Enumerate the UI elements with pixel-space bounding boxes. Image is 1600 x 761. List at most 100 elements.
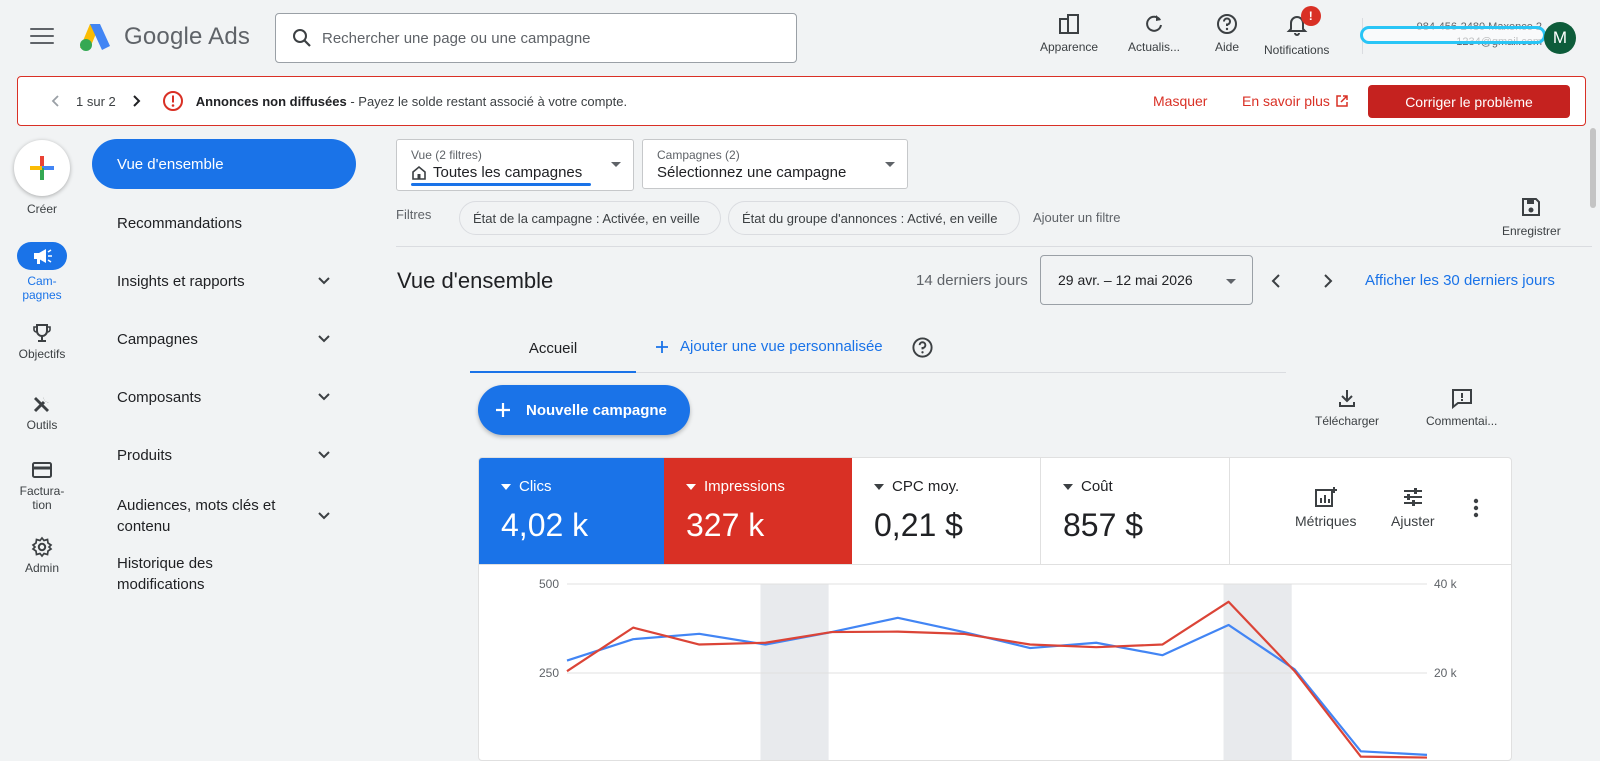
page-scrollbar[interactable] [1590, 128, 1596, 208]
search-input[interactable] [322, 29, 762, 47]
y-right-tick-label: 20 k [1434, 666, 1458, 680]
main-menu-icon[interactable] [30, 28, 54, 48]
create-button[interactable] [14, 140, 70, 196]
sidebar-item-label: Vue d'ensemble [117, 155, 224, 173]
rail-billing[interactable]: Factura- tion [7, 460, 77, 512]
campaign-select-dropdown[interactable]: Campagnes (2) Sélectionnez une campagne [642, 139, 908, 189]
sidebar-item-campaigns[interactable]: Campagnes [92, 328, 356, 350]
appearance-label: Apparence [1040, 40, 1099, 54]
next-period-icon[interactable] [1318, 272, 1336, 290]
appearance-button[interactable]: Apparence [1040, 12, 1098, 54]
rail-goals[interactable]: Objectifs [7, 322, 77, 361]
metrics-button[interactable]: Métriques [1295, 486, 1356, 529]
dropdown-arrow-icon [885, 162, 895, 167]
fix-problem-button[interactable]: Corriger le problème [1368, 85, 1570, 118]
save-filters-button[interactable]: Enregistrer [1502, 196, 1561, 238]
campaign-select-value: Sélectionnez une campagne [657, 164, 847, 181]
add-custom-view-tab[interactable]: Ajouter une vue personnalisée [654, 338, 883, 355]
dropdown-arrow-icon [1063, 483, 1073, 490]
home-icon [412, 165, 426, 180]
download-icon [1339, 390, 1356, 407]
banner-pager: 1 sur 2 [76, 93, 116, 109]
metric-impressions[interactable]: Impressions 327 k [664, 458, 852, 564]
chevron-right-icon[interactable] [128, 93, 144, 109]
hide-link[interactable]: Masquer [1153, 93, 1207, 109]
google-ads-logo-icon [80, 24, 110, 51]
help-button[interactable]: Aide [1215, 12, 1239, 54]
chevron-down-icon [318, 277, 330, 285]
megaphone-icon [34, 249, 52, 264]
save-filters-label: Enregistrer [1502, 224, 1561, 238]
metric-impressions-value: 327 k [686, 507, 765, 543]
add-chart-icon [1314, 487, 1337, 507]
sidebar-item-assets[interactable]: Composants [92, 386, 356, 408]
refresh-button[interactable]: Actualis... [1128, 12, 1180, 54]
adjust-button[interactable]: Ajuster [1391, 486, 1435, 529]
chevron-down-icon [318, 335, 330, 343]
rail-tools[interactable]: Outils [7, 393, 77, 432]
sidebar-item-overview[interactable]: Vue d'ensemble [92, 139, 356, 189]
metric-cost[interactable]: Coût 857 $ [1041, 458, 1229, 564]
chevron-left-icon[interactable] [48, 93, 64, 109]
redaction-mark [1360, 26, 1546, 44]
metric-clicks-value: 4,02 k [501, 507, 589, 543]
admin-label: Admin [24, 561, 59, 575]
rail-campaigns[interactable]: Cam- pagnes [7, 242, 77, 302]
sidebar-item-products[interactable]: Produits [92, 444, 356, 466]
sidebar-item-label: Audiences, mots clés et contenu [117, 497, 276, 535]
help-icon[interactable] [911, 336, 934, 359]
learn-more-link[interactable]: En savoir plus [1242, 93, 1349, 109]
feedback-icon [1451, 389, 1472, 409]
chevron-down-icon [318, 451, 330, 459]
google-ads-logo[interactable]: Google Ads [78, 22, 250, 52]
sidebar-item-insights[interactable]: Insights et rapports [92, 270, 356, 292]
sidebar-item-change-history[interactable]: Historique des modifications [92, 552, 356, 596]
campaign-select-caption: Campagnes (2) [657, 148, 740, 162]
y-left-tick-label: 250 [539, 666, 559, 680]
performance-chart: 500 250 40 k 20 k [539, 577, 1458, 760]
chevron-down-icon [318, 393, 330, 401]
rail-admin[interactable]: Admin [7, 536, 77, 575]
metric-cost-value: 857 $ [1063, 507, 1144, 543]
download-button[interactable]: Télécharger [1315, 387, 1379, 428]
trophy-icon [33, 324, 51, 342]
help-icon [1217, 14, 1238, 34]
comment-button[interactable]: Commentai... [1426, 387, 1497, 428]
notifications-button[interactable]: ! Notifications [1264, 6, 1330, 57]
dropdown-arrow-icon [1226, 279, 1236, 284]
search-box[interactable] [275, 13, 797, 63]
logo-text: Google Ads [124, 23, 251, 50]
date-range-dropdown[interactable]: 29 avr. – 12 mai 2026 [1040, 255, 1253, 305]
avatar[interactable]: M [1544, 22, 1576, 54]
appearance-icon [1059, 14, 1080, 34]
show-30-days-link[interactable]: Afficher les 30 derniers jours [1365, 272, 1555, 289]
tools-label: Outils [26, 418, 58, 432]
dropdown-arrow-icon [501, 483, 511, 490]
filter-chip-adgroup-status[interactable]: État du groupe d'annonces : Activé, en v… [728, 201, 1020, 235]
y-right-tick-label: 40 k [1434, 577, 1458, 591]
billing-label: Factura- tion [19, 484, 65, 512]
metric-avg-cpc[interactable]: CPC moy. 0,21 $ [852, 458, 1040, 564]
sidebar-item-label: Insights et rapports [117, 272, 245, 290]
page-title: Vue d'ensemble [397, 268, 554, 293]
new-campaign-label: Nouvelle campagne [526, 401, 667, 419]
sidebar-item-label: Produits [117, 446, 173, 464]
sidebar-item-label: Composants [117, 388, 202, 406]
more-vert-icon[interactable] [1473, 498, 1479, 518]
alert-banner: 1 sur 2 Annonces non diffusées - Payez l… [17, 76, 1586, 126]
filter-chip-campaign-status[interactable]: État de la campagne : Activée, en veille [459, 201, 721, 235]
tab-home[interactable]: Accueil [470, 326, 636, 373]
view-filter-dropdown[interactable]: Vue (2 filtres) Toutes les campagnes [396, 139, 634, 191]
add-filter-link[interactable]: Ajouter un filtre [1033, 210, 1120, 225]
sidebar-item-recommendations[interactable]: Recommandations [92, 212, 356, 234]
banner-message: Annonces non diffusées - Payez le solde … [196, 94, 627, 109]
error-icon [162, 91, 183, 111]
create-label: Créer [26, 202, 57, 216]
filters-divider [396, 246, 1592, 247]
metric-impressions-label: Impressions [704, 478, 785, 495]
metric-clicks[interactable]: Clics 4,02 k [479, 458, 664, 564]
notifications-label: Notifications [1264, 43, 1330, 57]
prev-period-icon[interactable] [1268, 272, 1286, 290]
sidebar-item-audiences[interactable]: Audiences, mots clés et contenu [92, 494, 356, 538]
new-campaign-button[interactable]: Nouvelle campagne [478, 385, 690, 435]
